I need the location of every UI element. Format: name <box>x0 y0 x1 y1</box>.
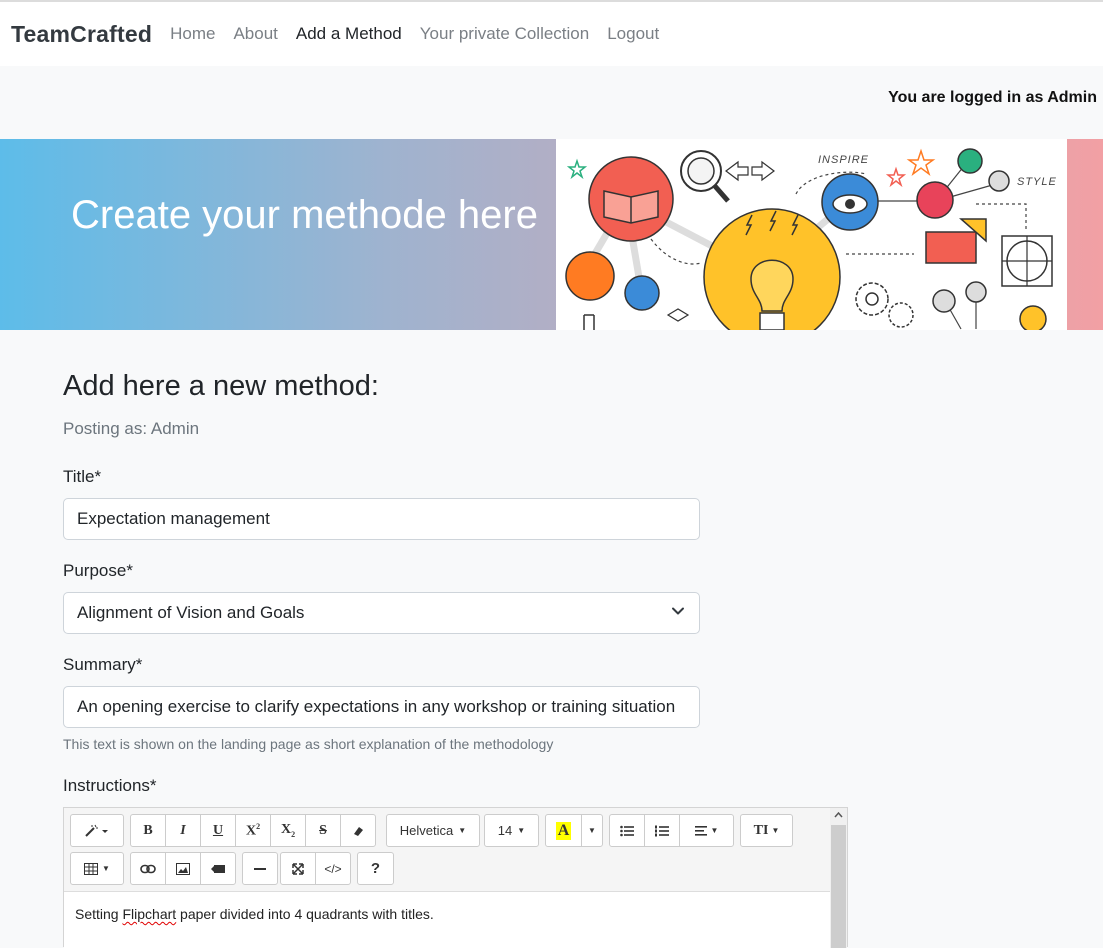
editor-text-prefix: Setting <box>75 906 123 922</box>
link-icon <box>140 864 156 873</box>
method-form: Add here a new method: Posting as: Admin… <box>63 370 853 948</box>
editor-toolbar: B I U X2 X2 S Helvetica ▼ 14 ▼ A ▼ ▼ TI … <box>64 808 830 892</box>
purpose-select-value: Alignment of Vision and Goals <box>77 603 305 622</box>
color-dropdown-button[interactable]: ▼ <box>581 814 603 847</box>
idea-network-illustration: INSPIRE STYLE <box>565 148 1057 330</box>
video-button[interactable] <box>200 852 236 885</box>
purpose-label: Purpose* <box>63 561 133 580</box>
minus-icon <box>254 867 266 870</box>
summary-label: Summary* <box>63 655 143 674</box>
posting-as: Posting as: Admin <box>63 419 200 438</box>
fullscreen-button[interactable] <box>280 852 316 885</box>
line-height-button[interactable]: TI ▼ <box>740 814 793 847</box>
italic-button[interactable]: I <box>165 814 201 847</box>
ordered-list-button[interactable] <box>644 814 680 847</box>
summary-input[interactable]: An opening exercise to clarify expectati… <box>63 686 700 728</box>
form-heading: Add here a new method: <box>63 370 379 402</box>
editor-text-suffix: paper divided into 4 quadrants with titl… <box>176 906 434 922</box>
caret-down-icon: ▼ <box>458 826 467 835</box>
text-color-icon: A <box>555 821 572 840</box>
nav-add-method[interactable]: Add a Method <box>296 24 402 44</box>
login-status: You are logged in as Admin <box>888 89 1097 106</box>
style-label: STYLE <box>1017 176 1057 188</box>
video-icon <box>211 864 225 873</box>
brand-logo[interactable]: TeamCrafted <box>11 21 152 48</box>
rich-text-editor: B I U X2 X2 S Helvetica ▼ 14 ▼ A ▼ ▼ TI … <box>63 807 848 948</box>
code-view-button[interactable]: </> <box>315 852 351 885</box>
scrollbar-thumb[interactable] <box>831 825 846 948</box>
font-family-value: Helvetica <box>399 823 454 838</box>
link-button[interactable] <box>130 852 166 885</box>
caret-down-icon: ▼ <box>102 864 110 873</box>
text-color-button[interactable]: A <box>545 814 582 847</box>
nav-home[interactable]: Home <box>170 24 215 44</box>
chevron-down-icon <box>672 607 684 615</box>
editor-content[interactable]: Setting Flipchart paper divided into 4 q… <box>64 892 830 948</box>
caret-down-icon: ▼ <box>588 826 596 835</box>
summary-input-value: An opening exercise to clarify expectati… <box>77 697 676 716</box>
underline-button[interactable]: U <box>200 814 236 847</box>
strikethrough-button[interactable]: S <box>305 814 341 847</box>
hero-banner: Create your methode here INSPIRE STYLE <box>0 139 1103 330</box>
nav-links: Home About Add a Method Your private Col… <box>170 24 677 44</box>
code-icon: </> <box>324 861 342 876</box>
banner-title: Create your methode here <box>71 193 538 237</box>
purpose-select[interactable]: Alignment of Vision and Goals <box>63 592 700 634</box>
magic-style-button[interactable] <box>70 814 124 847</box>
title-label: Title* <box>63 467 102 486</box>
question-icon: ? <box>370 860 381 877</box>
font-family-select[interactable]: Helvetica ▼ <box>386 814 480 847</box>
paragraph-align-button[interactable]: ▼ <box>679 814 734 847</box>
nav-private-collection[interactable]: Your private Collection <box>420 24 589 44</box>
navbar: TeamCrafted Home About Add a Method Your… <box>0 2 1103 66</box>
unordered-list-button[interactable] <box>609 814 645 847</box>
clear-format-button[interactable] <box>340 814 376 847</box>
numbered-list-icon <box>655 825 669 836</box>
eraser-icon <box>354 826 363 836</box>
scroll-up-icon[interactable] <box>830 808 847 823</box>
caret-down-icon: ▼ <box>771 826 780 835</box>
horizontal-rule-button[interactable] <box>242 852 278 885</box>
bold-icon: B <box>143 822 153 838</box>
caret-down-icon: ▼ <box>710 826 719 835</box>
superscript-button[interactable]: X2 <box>235 814 271 847</box>
nav-about[interactable]: About <box>233 24 277 44</box>
font-size-select[interactable]: 14 ▼ <box>484 814 539 847</box>
table-icon <box>84 862 99 875</box>
summary-help-text: This text is shown on the landing page a… <box>63 736 554 752</box>
image-button[interactable] <box>165 852 201 885</box>
font-size-value: 14 <box>497 823 513 838</box>
subscript-icon: X2 <box>280 822 296 839</box>
underline-icon: U <box>212 822 224 838</box>
nav-logout[interactable]: Logout <box>607 24 659 44</box>
editor-scrollbar[interactable] <box>830 808 847 948</box>
picture-icon <box>176 862 190 875</box>
caret-down-icon: ▼ <box>517 826 526 835</box>
superscript-icon: X2 <box>245 821 261 839</box>
instructions-label: Instructions* <box>63 776 157 795</box>
subscript-button[interactable]: X2 <box>270 814 306 847</box>
magic-wand-icon <box>85 824 108 837</box>
table-button[interactable]: ▼ <box>70 852 124 885</box>
title-input[interactable]: Expectation management <box>63 498 700 540</box>
expand-icon <box>292 862 304 875</box>
help-button[interactable]: ? <box>357 852 394 885</box>
text-height-icon: TI <box>753 822 769 838</box>
italic-icon: I <box>180 822 186 838</box>
align-left-icon <box>694 825 707 836</box>
banner-illustration: INSPIRE STYLE <box>556 139 1067 330</box>
editor-text-misspelled: Flipchart <box>122 906 177 922</box>
bullet-list-icon <box>620 825 634 836</box>
inspire-label: INSPIRE <box>818 154 869 166</box>
title-input-value: Expectation management <box>77 509 270 528</box>
strikethrough-icon: S <box>319 822 327 838</box>
bold-button[interactable]: B <box>130 814 166 847</box>
